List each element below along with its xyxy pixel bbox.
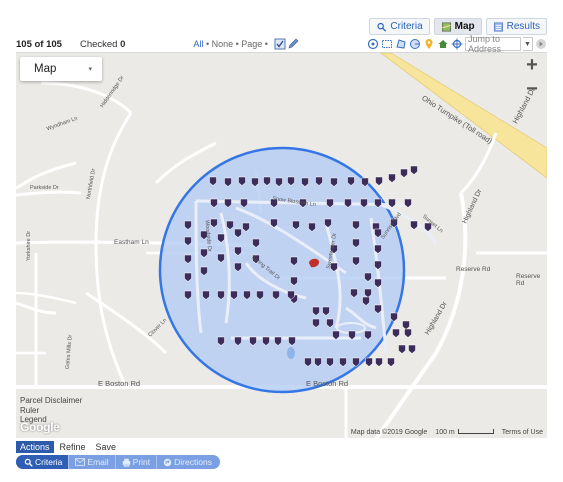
property-marker[interactable]: [410, 165, 418, 175]
property-marker[interactable]: [408, 344, 416, 354]
checkbox-select-icon[interactable]: [274, 38, 286, 50]
map-canvas[interactable]: Ohio Turnpike (Toll road) Highland Dr Hi…: [16, 52, 547, 438]
criteria-button-label: Criteria: [35, 457, 63, 467]
map-type-label: Map: [34, 63, 57, 75]
zoom-controls: + −: [517, 53, 547, 101]
printer-icon: [122, 458, 130, 467]
target-icon[interactable]: [367, 38, 379, 50]
select-all-link[interactable]: All: [193, 39, 203, 49]
property-marker[interactable]: [375, 176, 383, 186]
locate-icon[interactable]: [451, 38, 463, 50]
result-count: 105 of 105: [16, 38, 62, 50]
view-tabs: Criteria Map Results: [369, 18, 547, 35]
tab-results[interactable]: Results: [485, 18, 547, 35]
map-tools: Jump to Address ▼: [367, 34, 547, 54]
tab-results-label: Results: [506, 21, 540, 32]
email-button[interactable]: Email: [69, 455, 116, 469]
results-toolbar: 105 of 105 Checked 0 All • None • Page •…: [16, 34, 547, 54]
checked-label: Checked: [79, 38, 118, 50]
select-none-link[interactable]: None: [212, 39, 234, 49]
map-icon: [441, 22, 451, 31]
select-links: All • None • Page •: [193, 39, 268, 49]
pond: [287, 347, 295, 359]
tab-map-label: Map: [454, 21, 475, 32]
property-marker[interactable]: [410, 220, 418, 230]
criteria-button[interactable]: Criteria: [16, 455, 70, 469]
directions-icon: [163, 458, 172, 466]
property-marker[interactable]: [375, 357, 383, 367]
road-label-e-boston-rd-left: E Boston Rd: [98, 379, 141, 388]
actions-tab[interactable]: Actions: [16, 441, 54, 453]
checked-value: 0: [120, 38, 126, 50]
house-icon[interactable]: [437, 38, 449, 50]
pencil-edit-icon[interactable]: [287, 38, 299, 50]
property-marker[interactable]: [402, 320, 410, 330]
email-button-label: Email: [87, 457, 109, 467]
property-marker[interactable]: [404, 328, 412, 338]
map-attribution: Map data ©2019 Google 100 m Terms of Use: [351, 429, 543, 436]
directions-button-label: Directions: [174, 457, 212, 467]
list-icon: [493, 22, 503, 31]
pin-icon[interactable]: [423, 38, 435, 50]
parcel-disclaimer-link[interactable]: Parcel Disclaimer: [20, 396, 82, 405]
scale-bar: [457, 429, 494, 434]
save-tab[interactable]: Save: [92, 441, 121, 453]
road-label-e-boston-rd-center: E Boston Rd: [306, 379, 349, 388]
property-marker[interactable]: [400, 168, 408, 178]
map-scale: 100 m: [435, 429, 494, 436]
property-marker[interactable]: [398, 344, 406, 354]
zoom-out-button[interactable]: −: [517, 77, 547, 101]
tab-criteria[interactable]: Criteria: [369, 18, 430, 35]
road-label-reserve-rd: Reserve Rd: [456, 266, 491, 273]
select-page-link[interactable]: Page: [241, 39, 262, 49]
envelope-icon: [75, 458, 86, 466]
bottom-action-bar: Criteria Email Print Directions: [16, 455, 220, 469]
road-label-parkside: Parkside Dr: [30, 185, 59, 191]
ruler-link[interactable]: Ruler: [20, 406, 39, 415]
jump-dropdown-arrow[interactable]: ▼: [522, 37, 533, 51]
print-button[interactable]: Print: [116, 455, 158, 469]
chevron-down-icon: ▾: [88, 66, 92, 73]
checked-count: Checked 0: [80, 39, 125, 50]
action-tabs: Actions Refine Save: [16, 441, 120, 453]
zoom-in-button[interactable]: +: [517, 53, 547, 77]
map-type-selector[interactable]: Map ▾: [20, 57, 102, 81]
tab-map[interactable]: Map: [433, 18, 482, 35]
magnifier-icon: [24, 458, 33, 467]
property-marker[interactable]: [365, 357, 373, 367]
print-button-label: Print: [132, 457, 151, 467]
road-label-eastham-ln: Eastham Ln: [114, 239, 149, 246]
rectangle-select-icon[interactable]: [381, 38, 393, 50]
select-icons: [274, 38, 299, 50]
jump-to-address-input[interactable]: Jump to Address: [464, 34, 521, 54]
property-marker[interactable]: [392, 328, 400, 338]
google-logo: Google: [20, 420, 60, 434]
radius-select-icon[interactable]: [409, 38, 421, 50]
refine-tab[interactable]: Refine: [56, 441, 90, 453]
directions-button[interactable]: Directions: [157, 455, 220, 469]
tab-criteria-label: Criteria: [390, 21, 423, 32]
magnifier-icon: [377, 22, 387, 32]
polygon-select-icon[interactable]: [395, 38, 407, 50]
map-scale-label: 100 m: [435, 429, 455, 436]
road-label-yorkshire: Yorkshire Dr: [26, 230, 33, 262]
road-label-reserve-rd-right: Reserve Rd: [516, 273, 541, 287]
map-data-attribution: Map data ©2019 Google: [350, 429, 428, 436]
go-icon[interactable]: [535, 38, 547, 50]
map-base-layer: [16, 53, 547, 438]
property-marker[interactable]: [388, 173, 396, 183]
terms-of-use-link[interactable]: Terms of Use: [502, 429, 543, 436]
property-marker[interactable]: [387, 357, 395, 367]
